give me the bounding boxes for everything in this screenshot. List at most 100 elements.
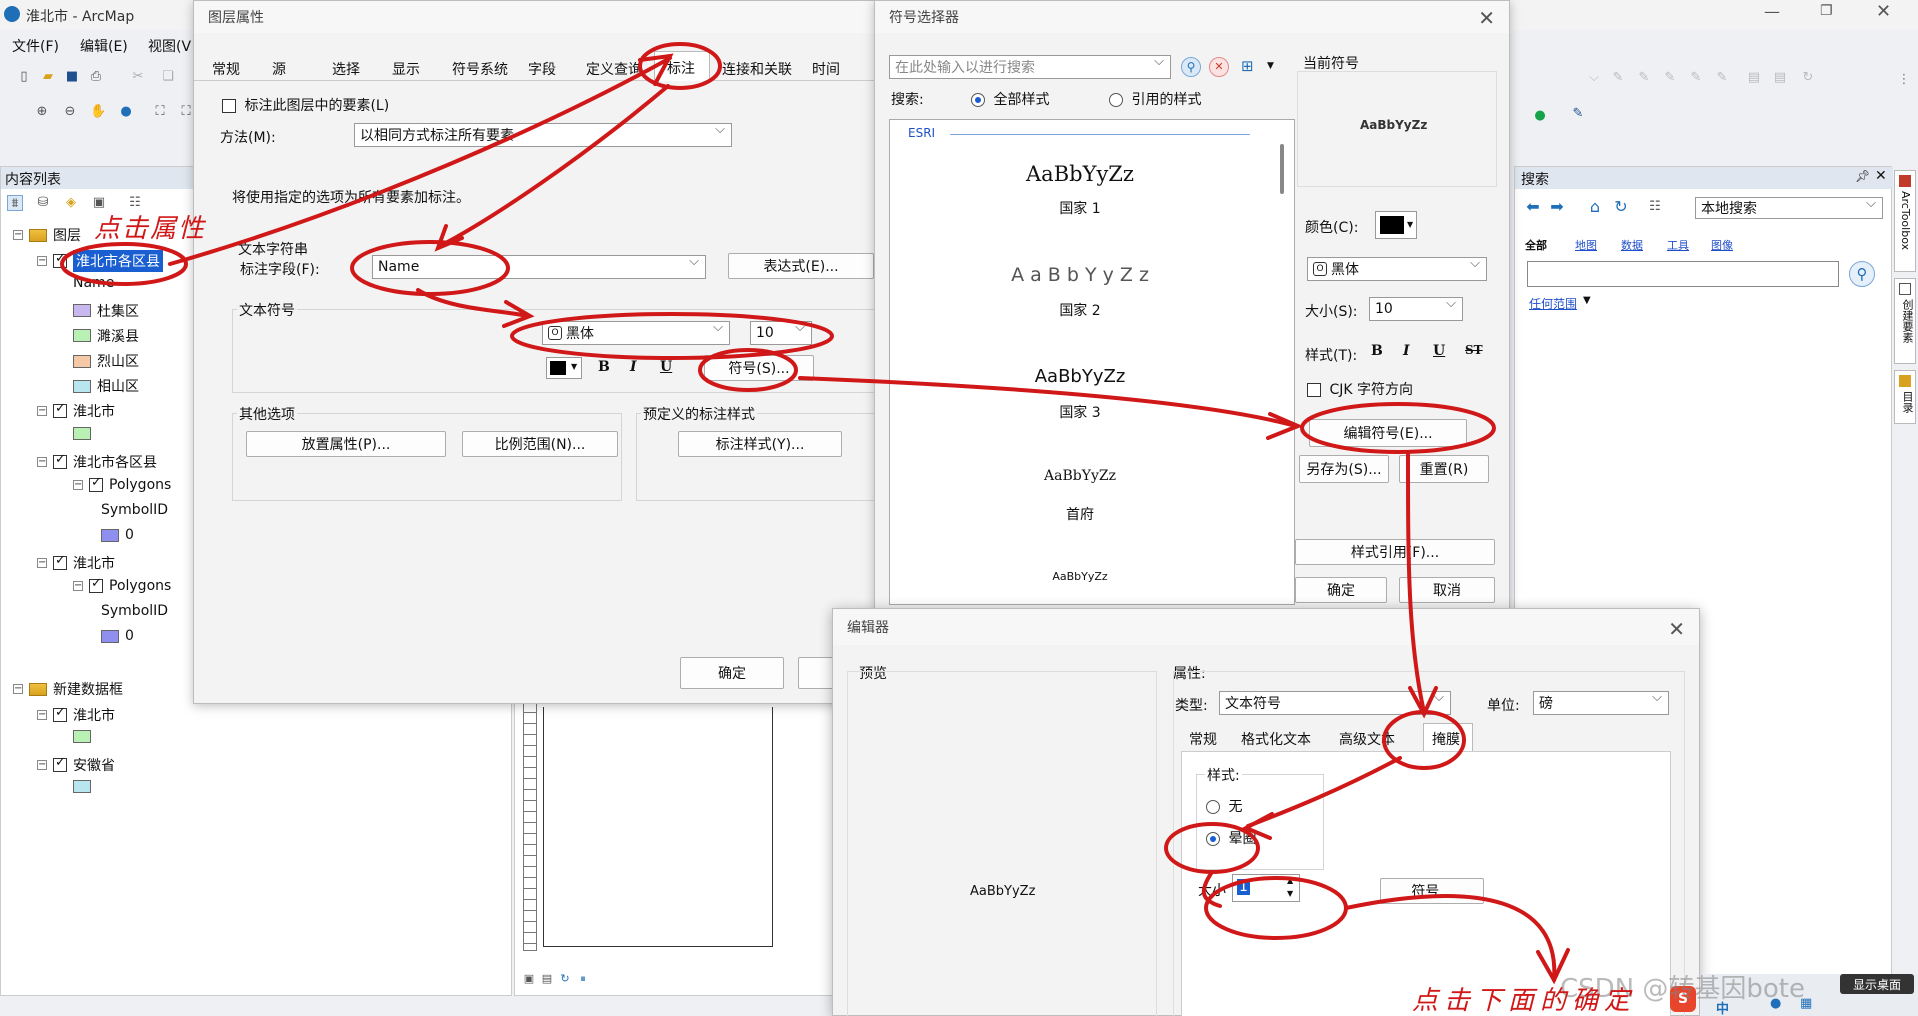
pen-icon[interactable]: ✎ [1570, 106, 1586, 122]
toc-legend-row[interactable]: 0 [101, 527, 134, 543]
toc-legend-row[interactable]: 0 [101, 628, 134, 644]
layer-visibility-checkbox[interactable] [53, 755, 67, 772]
zoom-in-icon[interactable]: ⊕ [34, 104, 50, 120]
filter-images[interactable]: 图像 [1711, 237, 1733, 253]
referenced-styles-radio-row[interactable]: 引用的样式 [1109, 89, 1201, 109]
italic-button[interactable]: I [630, 359, 637, 375]
expander-icon[interactable]: − [13, 684, 23, 695]
layout-view-icon[interactable]: ▣ [521, 971, 537, 987]
expander-icon[interactable]: − [37, 406, 47, 417]
toc-layer-row[interactable]: − 淮北市 [37, 705, 115, 725]
create-features-tab[interactable]: 创建要素 [1894, 278, 1916, 364]
mask-halo-radio[interactable] [1206, 832, 1220, 846]
tab-source[interactable]: 源 [272, 59, 286, 79]
symbol-bold-button[interactable]: B [1371, 343, 1383, 359]
tab-labels[interactable]: 标注 [654, 51, 710, 81]
spin-up-icon[interactable]: ▲ [1287, 876, 1293, 885]
filter-data[interactable]: 数据 [1621, 237, 1643, 253]
pin-icon[interactable]: 📌︎ [1855, 169, 1870, 183]
layer-visibility-checkbox[interactable] [89, 576, 103, 593]
toolbar-grip-icon[interactable]: ⋮ [1896, 72, 1912, 88]
mask-none-radio[interactable] [1206, 800, 1220, 814]
expander-icon[interactable]: − [37, 760, 47, 770]
label-styles-button[interactable]: 标注样式(Y)... [678, 431, 842, 457]
zoom-out-icon[interactable]: ⊖ [62, 104, 78, 120]
edit-tool-icon[interactable]: ✎ [1610, 70, 1626, 86]
method-select[interactable]: 以相同方式标注所有要素 [354, 122, 732, 147]
search-options-icon[interactable]: ☷ [1647, 199, 1663, 215]
gallery-scrollbar[interactable] [1280, 144, 1284, 194]
tab-general[interactable]: 常规 [212, 59, 240, 79]
toc-legend-row[interactable]: 烈山区 [73, 351, 139, 371]
tab-selection[interactable]: 选择 [332, 59, 360, 79]
search-input[interactable] [1527, 261, 1839, 287]
expander-icon[interactable]: − [37, 557, 47, 568]
mask-size-input[interactable]: 1 ▲ ▼ [1232, 874, 1300, 902]
symbol-cancel-button[interactable]: 取消 [1399, 577, 1495, 603]
style-references-button[interactable]: 样式引用(F)... [1295, 539, 1495, 565]
editor-tab-mask[interactable]: 掩膜 [1423, 723, 1473, 751]
view-options-dropdown-icon[interactable]: ▼ [1267, 61, 1274, 71]
symbol-search-icon[interactable]: ⚲ [1181, 57, 1201, 77]
search-go-icon[interactable]: ⚲ [1849, 261, 1875, 287]
print-icon[interactable]: ⎙ [88, 69, 104, 85]
toc-field-row[interactable]: SymbolID [101, 502, 168, 518]
editor-tab-general[interactable]: 常规 [1189, 729, 1217, 749]
symbol-button[interactable]: 符号(S)... [704, 355, 814, 381]
layer-visibility-checkbox[interactable] [89, 475, 103, 492]
layer-visibility-checkbox[interactable] [53, 452, 67, 469]
layer-props-ok-button[interactable]: 确定 [680, 657, 784, 689]
underline-button[interactable]: U [660, 359, 672, 375]
spin-down-icon[interactable]: ▼ [1287, 889, 1293, 898]
mask-symbol-button[interactable]: 符号... [1380, 878, 1484, 904]
reset-button[interactable]: 重置(R) [1399, 455, 1489, 483]
symbol-search-input[interactable]: 在此处输入以进行搜索 [889, 54, 1171, 79]
back-icon[interactable]: ⬅ [1525, 199, 1541, 215]
save-icon[interactable]: ■ [64, 69, 80, 85]
home-icon[interactable]: ⌂ [1587, 199, 1603, 215]
editor-tab-formatted[interactable]: 格式化文本 [1241, 729, 1311, 749]
toc-legend-row[interactable] [73, 780, 97, 794]
list-by-source-icon[interactable]: ⛁ [35, 195, 51, 211]
expander-icon[interactable]: − [37, 256, 47, 267]
split-icon[interactable]: ✎ [1714, 70, 1730, 86]
symbol-item[interactable]: A a B b Y y Z z 国家 2 [890, 264, 1270, 336]
globe-icon[interactable]: ● [118, 104, 134, 120]
editor-tab-advanced[interactable]: 高级文本 [1339, 729, 1395, 749]
layer-visibility-checkbox[interactable] [53, 401, 67, 419]
edit-symbol-button[interactable]: 编辑符号(E)... [1309, 419, 1467, 447]
symbol-selector-close-icon[interactable]: ✕ [1478, 6, 1495, 30]
filter-maps[interactable]: 地图 [1575, 237, 1597, 253]
any-extent-link[interactable]: 任何范围 [1529, 295, 1577, 312]
tab-joins[interactable]: 连接和关联 [722, 59, 792, 79]
tab-fields[interactable]: 字段 [528, 59, 556, 79]
expander-icon[interactable]: − [73, 580, 83, 591]
cut-polygon-icon[interactable]: ✎ [1688, 70, 1704, 86]
view-options-icon[interactable]: ⊞ [1241, 57, 1254, 75]
expander-icon[interactable]: − [37, 456, 47, 467]
layer-visibility-checkbox[interactable] [53, 251, 67, 269]
symbol-font-select[interactable]: O 黑体 [1307, 256, 1487, 281]
editor-close-icon[interactable]: ✕ [1668, 617, 1685, 641]
expander-icon[interactable]: − [13, 230, 23, 240]
expander-icon[interactable]: − [73, 480, 83, 490]
marker-color-icon[interactable]: ● [1532, 108, 1548, 124]
toc-sub-row[interactable]: − Polygons [73, 576, 171, 594]
refresh-icon[interactable]: ↻ [557, 971, 573, 987]
tab-time[interactable]: 时间 [812, 59, 840, 79]
toc-legend-row[interactable]: 杜集区 [73, 301, 139, 321]
toc-frame-row[interactable]: − 新建数据框 [13, 679, 123, 699]
cut-icon[interactable]: ✂ [130, 69, 146, 85]
open-icon[interactable]: ▰ [40, 69, 56, 85]
toc-legend-row[interactable]: 濉溪县 [73, 326, 139, 346]
toc-layer-row[interactable]: − 淮北市各区县 [37, 250, 163, 273]
layer-visibility-checkbox[interactable] [53, 553, 67, 570]
tab-definition-query[interactable]: 定义查询 [586, 59, 642, 79]
pause-icon[interactable]: ⏸ [575, 971, 591, 987]
toc-layer-row[interactable]: − 淮北市 [37, 553, 115, 573]
vertex-icon[interactable]: ✎ [1636, 70, 1652, 86]
symbol-item[interactable]: AaBbYyZz 国家 3 [890, 366, 1270, 438]
catalog-tab[interactable]: 目录 [1894, 370, 1916, 424]
symbol-item[interactable]: AaBbYyZz [890, 570, 1270, 600]
unit-select[interactable]: 磅 [1533, 690, 1669, 715]
